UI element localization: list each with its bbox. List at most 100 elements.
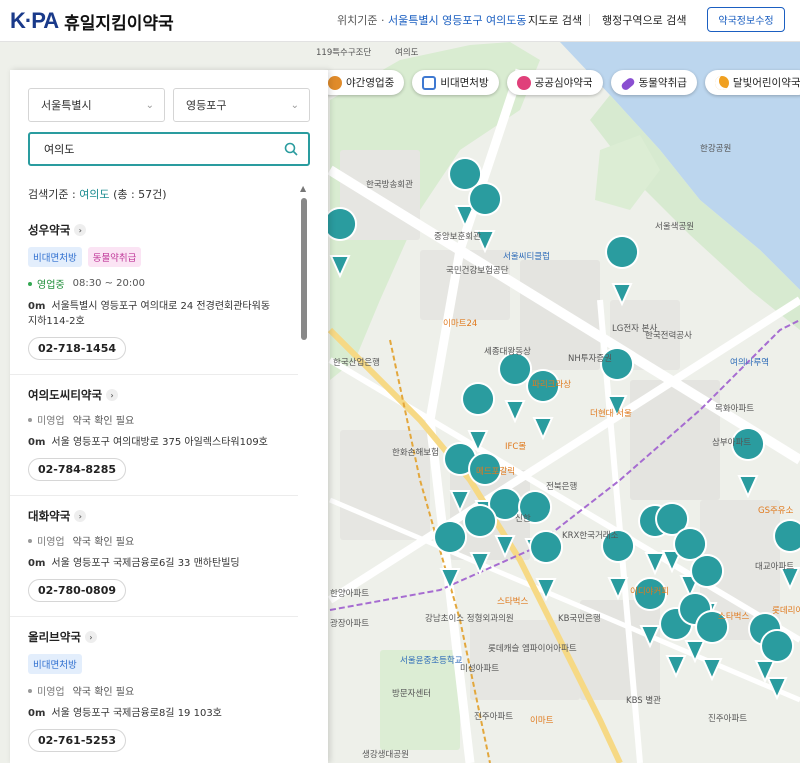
city-select[interactable]: 서울특별시 ⌄ <box>28 88 165 122</box>
pharmacy-name[interactable]: 대화약국 › <box>28 508 280 524</box>
status-dot-icon <box>28 417 32 422</box>
edit-pharmacy-info-button[interactable]: 약국정보수정 <box>707 7 785 32</box>
phone-button[interactable]: 02-780-0809 <box>28 579 127 602</box>
map-label: 강남초이스 정형외과의원 <box>425 614 514 624</box>
app-title: 휴일지킴이약국 <box>64 13 174 34</box>
filter-animal-medicine[interactable]: 동물약취급 <box>610 70 697 95</box>
map-label: 삼부아파트 <box>712 438 752 448</box>
chevron-right-icon: › <box>84 631 97 643</box>
map-label: 더현대 서울 <box>590 409 632 419</box>
map-label: 목화아파트 <box>715 404 755 414</box>
map-label: 한화손해보험 <box>392 448 439 458</box>
filter-remote-prescription[interactable]: 비대면처방 <box>412 70 499 95</box>
map-label: 광장아파트 <box>330 619 370 629</box>
pharmacy-name[interactable]: 올리브약국 › <box>28 629 280 645</box>
map-label: 파리크라상 <box>532 380 572 390</box>
list-item[interactable]: 대화약국 › 미영업 약국 확인 필요 0m 서울 영등포구 국제금융로6길 33 맨… <box>10 496 298 617</box>
filter-public-night-pharmacy[interactable]: 공공심야약국 <box>506 70 603 95</box>
list-item[interactable]: 여의도씨티약국 › 미영업 약국 확인 필요 0m 서울 영등포구 여의대방로 375… <box>10 375 298 496</box>
map-label: 서울색공원 <box>655 222 695 232</box>
map-label: 119특수구조단 <box>316 48 372 58</box>
map-label: 세종대왕동상 <box>484 347 531 357</box>
badges: 비대면처방 <box>28 654 280 674</box>
location-indicator: 위치기준 · 서울특별시 영등포구 여의도동 <box>337 14 527 27</box>
search-icon[interactable] <box>284 142 298 156</box>
pharmacy-name[interactable]: 여의도씨티약국 › <box>28 387 280 403</box>
phone-button[interactable]: 02-718-1454 <box>28 337 127 360</box>
logo[interactable]: K·PA 휴일지킴이약국 <box>10 8 174 34</box>
map-label: 국민건강보험공단 <box>446 266 509 276</box>
pharmacy-name[interactable]: 성우약국 › <box>28 222 280 238</box>
map-label: KBS 별관 <box>626 696 661 706</box>
district-select[interactable]: 영등포구 ⌄ <box>173 88 310 122</box>
status-row: 미영업 약국 확인 필요 <box>28 683 280 698</box>
map-label: 한국전력공사 <box>645 331 692 341</box>
map-label: 롯데리아 <box>772 606 800 616</box>
nav-map-search[interactable]: 지도로 검색 <box>528 12 582 28</box>
map-label: 방문자센터 <box>392 689 432 699</box>
kpa-logo-mark: K·PA <box>10 8 59 33</box>
map-label: 여의도 <box>395 48 419 58</box>
scroll-up-icon[interactable]: ▲ <box>300 184 306 193</box>
nav-divider <box>589 14 590 26</box>
map-label: 스타벅스 <box>497 597 529 607</box>
list-item[interactable]: 성우약국 › 비대면처방 동물약취급 영업중 08:30 ~ 20:00 0m 서울특… <box>10 210 298 375</box>
status-dot-icon <box>28 281 32 286</box>
monitor-icon <box>422 75 437 90</box>
search-criteria: 검색기준 : 여의도 (총 : 57건) <box>28 188 167 201</box>
map-label: 이마트24 <box>443 319 478 329</box>
address: 0m 서울 영등포구 국제금융로6길 33 맨하탄빌딩 <box>28 558 240 569</box>
phone-button[interactable]: 02-784-8285 <box>28 458 127 481</box>
chevron-right-icon: › <box>74 510 87 522</box>
filter-moonlight-children-pharmacy[interactable]: 달빛어린이약국 <box>704 70 800 95</box>
map-label: 여의나루역 <box>730 358 770 368</box>
map-label: 대교아파트 <box>755 562 795 572</box>
search-input[interactable]: 여의도 <box>28 132 310 166</box>
filter-night-open[interactable]: 야간영업중 <box>318 70 405 95</box>
map-label: 한강공원 <box>700 144 732 154</box>
map-label: 이디야커피 <box>630 587 670 597</box>
map-label: 스타벅스 <box>718 612 750 622</box>
map-label: 한국산업은행 <box>333 358 380 368</box>
map-label: 이마트 <box>530 716 554 726</box>
crescent-icon <box>714 75 729 90</box>
status-dot-icon <box>28 688 32 693</box>
address: 0m 서울특별시 영등포구 여의대로 24 전경련회관타워동 지하114-2호 <box>28 301 271 327</box>
map-label: 미성아파트 <box>460 664 500 674</box>
chevron-right-icon: › <box>74 224 87 236</box>
map-label: 중앙보훈회관 <box>434 232 481 242</box>
map-label: 메드포갈릭 <box>476 467 516 477</box>
address: 0m 서울 영등포구 여의대방로 375 아일렉스타워109호 <box>28 437 268 448</box>
map-label: IFC몰 <box>505 442 527 452</box>
map-label: 진주아파트 <box>708 714 748 724</box>
map-label: 서울씨티클럽 <box>503 252 550 262</box>
status-row: 미영업 약국 확인 필요 <box>28 533 280 548</box>
scrollbar[interactable] <box>301 198 307 340</box>
map-label: 진주아파트 <box>474 712 514 722</box>
map-label: 전북은행 <box>546 482 578 492</box>
map-label: 한국방송회관 <box>366 180 413 190</box>
map-label: GS주유소 <box>758 506 794 516</box>
status-row: 미영업 약국 확인 필요 <box>28 412 280 427</box>
list-item[interactable]: 올리브약국 › 비대면처방 미영업 약국 확인 필요 0m 서울 영등포구 국제금융로… <box>10 617 298 763</box>
chevron-down-icon: ⌄ <box>145 100 154 111</box>
chevron-right-icon: › <box>106 389 119 401</box>
badge-animal: 동물약취급 <box>87 247 142 267</box>
phone-button[interactable]: 02-761-5253 <box>28 729 127 752</box>
badge-remote: 비대면처방 <box>28 654 82 674</box>
map-label: 생강생대공원 <box>362 750 409 760</box>
top-bar: K·PA 휴일지킴이약국 위치기준 · 서울특별시 영등포구 여의도동 지도로 … <box>0 0 800 42</box>
map-label: 롯데캐슬 엠파이어아파트 <box>488 644 577 654</box>
filter-bar: 야간영업중 비대면처방 공공심야약국 동물약취급 달빛어린이약국 <box>318 70 800 95</box>
map-label: KB국민은행 <box>558 614 601 624</box>
map-label: KRX한국거래소 <box>562 531 619 541</box>
status-row: 영업중 08:30 ~ 20:00 <box>28 276 280 291</box>
location-value: 서울특별시 영등포구 여의도동 <box>387 14 527 27</box>
search-panel: 서울특별시 ⌄ 영등포구 ⌄ 여의도 검색기준 : 여의도 (총 : 57건) ▲ … <box>10 70 328 763</box>
status-dot-icon <box>28 538 32 543</box>
capsule-icon <box>619 76 636 92</box>
badge-remote: 비대면처방 <box>28 247 82 267</box>
moon-icon <box>328 75 342 90</box>
address: 0m 서울 영등포구 국제금융로8길 19 103호 <box>28 708 222 719</box>
nav-region-search[interactable]: 행정구역으로 검색 <box>602 12 686 28</box>
